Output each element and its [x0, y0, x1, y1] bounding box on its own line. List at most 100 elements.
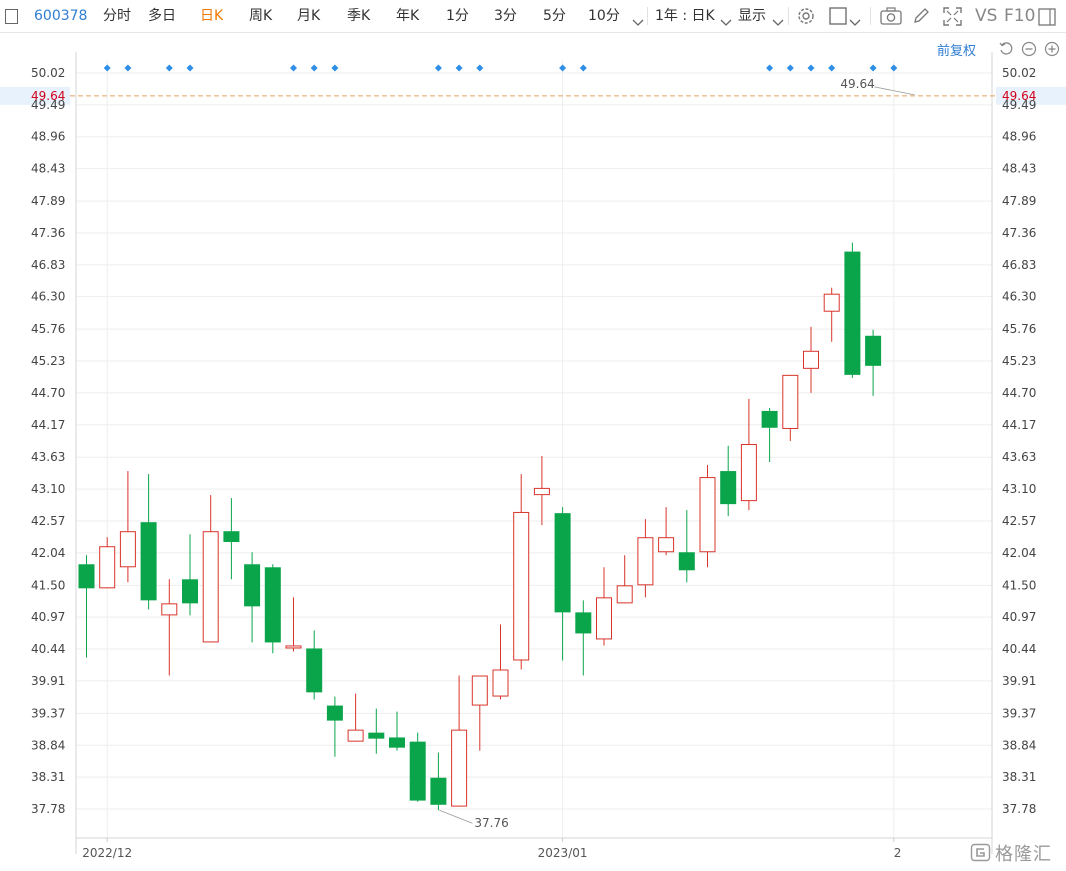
- y-tick-label: 39.37: [1002, 706, 1036, 720]
- candle-up[interactable]: [823, 287, 840, 342]
- candle-down[interactable]: [78, 555, 95, 658]
- candle-up[interactable]: [492, 624, 509, 700]
- chevron-down-icon[interactable]: [632, 12, 644, 31]
- candle-up[interactable]: [513, 474, 530, 670]
- tab-5min[interactable]: 5分: [543, 0, 566, 32]
- candle-up[interactable]: [616, 555, 633, 604]
- tab-fenshi[interactable]: 分时: [103, 0, 131, 32]
- camera-icon[interactable]: [880, 7, 902, 29]
- event-marker-icon[interactable]: [869, 64, 877, 72]
- candle-up[interactable]: [596, 567, 612, 646]
- event-marker-icon[interactable]: [455, 64, 463, 72]
- candle-down[interactable]: [430, 752, 447, 811]
- event-marker-icon[interactable]: [890, 64, 898, 72]
- tab-10min[interactable]: 10分: [588, 0, 620, 32]
- candle-up[interactable]: [202, 495, 219, 643]
- event-marker-icon[interactable]: [579, 64, 587, 72]
- candle-up[interactable]: [533, 456, 550, 526]
- y-tick-label: 38.84: [31, 738, 65, 752]
- candle-up[interactable]: [161, 579, 178, 676]
- candle-up[interactable]: [782, 374, 799, 441]
- candle-up[interactable]: [803, 326, 819, 393]
- f10-button[interactable]: F10: [1004, 0, 1035, 32]
- y-tick-label: 45.76: [31, 322, 65, 336]
- candle-body: [637, 537, 654, 586]
- tab-weekly-k[interactable]: 周K: [249, 0, 272, 32]
- event-marker-icon[interactable]: [290, 64, 297, 72]
- candle-down[interactable]: [182, 534, 198, 616]
- event-marker-icon[interactable]: [124, 64, 132, 72]
- candle-up[interactable]: [119, 471, 136, 583]
- stock-code[interactable]: 600378: [34, 0, 87, 32]
- candle-down[interactable]: [140, 474, 157, 610]
- candle-down[interactable]: [720, 445, 737, 517]
- fullscreen-icon[interactable]: [943, 7, 962, 30]
- candle-down[interactable]: [761, 407, 778, 463]
- candle-up[interactable]: [347, 693, 364, 742]
- square-checkbox-icon[interactable]: [829, 7, 847, 29]
- event-marker-icon[interactable]: [434, 64, 442, 72]
- y-tick-label: 50.02: [31, 66, 65, 80]
- tab-3min[interactable]: 3分: [494, 0, 517, 32]
- y-tick-label: 39.37: [31, 706, 65, 720]
- candle-down[interactable]: [368, 708, 385, 754]
- candle-up[interactable]: [740, 398, 757, 511]
- candle-down[interactable]: [554, 507, 571, 661]
- candlestick-chart[interactable]: 49.64 49.64 50.02 49.49 48.96 48.43 47.89 47.3…: [0, 32, 1066, 871]
- event-marker-icon[interactable]: [786, 64, 794, 72]
- candle-body: [409, 741, 426, 801]
- event-marker-icon[interactable]: [828, 64, 836, 72]
- chevron-down-icon[interactable]: [720, 12, 732, 31]
- candle-up[interactable]: [285, 597, 302, 652]
- event-marker-icon[interactable]: [559, 64, 567, 72]
- event-marker-icon[interactable]: [186, 64, 194, 72]
- annotations: 37.76 49.64: [439, 77, 915, 830]
- tab-monthly-k[interactable]: 月K: [297, 0, 320, 32]
- candle-down[interactable]: [306, 630, 323, 700]
- y-tick-label: 45.23: [31, 354, 65, 368]
- candle-down[interactable]: [223, 498, 240, 580]
- checkbox-icon[interactable]: [5, 9, 18, 28]
- candle-down[interactable]: [575, 600, 592, 676]
- candle-up[interactable]: [699, 465, 716, 568]
- chevron-down-icon[interactable]: [849, 12, 861, 31]
- tab-duori[interactable]: 多日: [148, 0, 176, 32]
- vs-button[interactable]: VS: [975, 0, 997, 32]
- tab-1min[interactable]: 1分: [446, 0, 469, 32]
- y-tick-label: 39.91: [1002, 674, 1036, 688]
- candle-up[interactable]: [99, 537, 116, 589]
- pencil-icon[interactable]: [912, 7, 930, 29]
- event-marker-icon[interactable]: [766, 64, 774, 72]
- event-markers[interactable]: [103, 64, 898, 72]
- candles[interactable]: [78, 242, 882, 811]
- candle-down[interactable]: [409, 732, 426, 802]
- candle-up[interactable]: [658, 507, 675, 556]
- window-icon[interactable]: [1038, 8, 1056, 30]
- display-menu[interactable]: 显示: [738, 0, 766, 32]
- event-marker-icon[interactable]: [476, 64, 484, 72]
- candle-down[interactable]: [389, 711, 405, 751]
- event-marker-icon[interactable]: [103, 64, 111, 72]
- candle-body: [285, 645, 302, 649]
- y-tick-label: 38.31: [31, 770, 65, 784]
- event-marker-icon[interactable]: [165, 64, 173, 72]
- x-axis: 2022/12 2023/01 2: [82, 838, 901, 860]
- event-marker-icon[interactable]: [331, 64, 339, 72]
- candle-up[interactable]: [451, 675, 468, 807]
- annotation-leader: [874, 86, 915, 96]
- candle-down[interactable]: [326, 696, 343, 757]
- tab-yearly-k[interactable]: 年K: [396, 0, 419, 32]
- chevron-down-icon[interactable]: [772, 12, 784, 31]
- candle-body: [513, 511, 530, 661]
- candle-body: [492, 669, 509, 697]
- tab-quarterly-k[interactable]: 季K: [347, 0, 370, 32]
- tab-daily-k[interactable]: 日K: [200, 0, 223, 32]
- event-marker-icon[interactable]: [310, 64, 318, 72]
- range-select[interactable]: 1年 : 日K: [655, 0, 715, 32]
- candle-down[interactable]: [244, 552, 261, 643]
- settings-gear-icon[interactable]: [796, 6, 816, 30]
- candle-down[interactable]: [865, 329, 882, 396]
- candle-down[interactable]: [844, 242, 861, 378]
- event-marker-icon[interactable]: [807, 64, 815, 72]
- candle-down[interactable]: [264, 564, 281, 654]
